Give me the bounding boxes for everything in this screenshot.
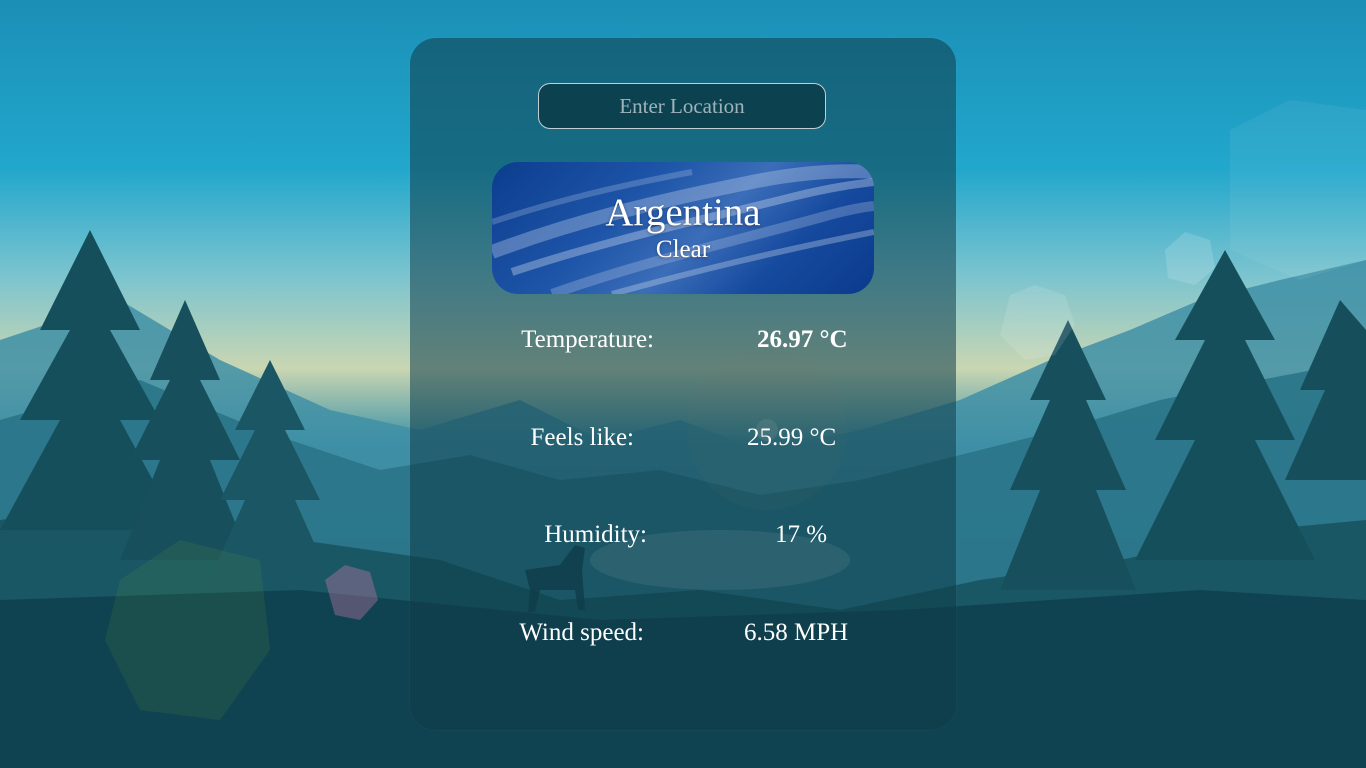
feels-like-row: Feels like: 25.99 °C [410,424,956,458]
humidity-label: Humidity: [544,521,647,548]
location-search-input[interactable] [538,83,826,129]
temperature-row: Temperature: 26.97 °C [410,326,956,360]
feels-like-label: Feels like: [530,424,634,451]
temperature-value: 26.97 °C [757,326,848,353]
humidity-value: 17 % [775,521,828,548]
humidity-row: Humidity: 17 % [410,521,956,555]
city-name: Argentina [605,191,761,234]
feels-like-value: 25.99 °C [747,424,837,451]
wind-speed-row: Wind speed: 6.58 MPH [410,619,956,653]
weather-card: Argentina Clear Temperature: 26.97 °C Fe… [410,38,956,730]
wind-speed-value: 6.58 MPH [744,619,849,646]
temperature-label: Temperature: [521,326,654,353]
wind-speed-label: Wind speed: [519,619,644,646]
location-panel: Argentina Clear [492,162,874,294]
weather-condition: Clear [655,236,711,263]
